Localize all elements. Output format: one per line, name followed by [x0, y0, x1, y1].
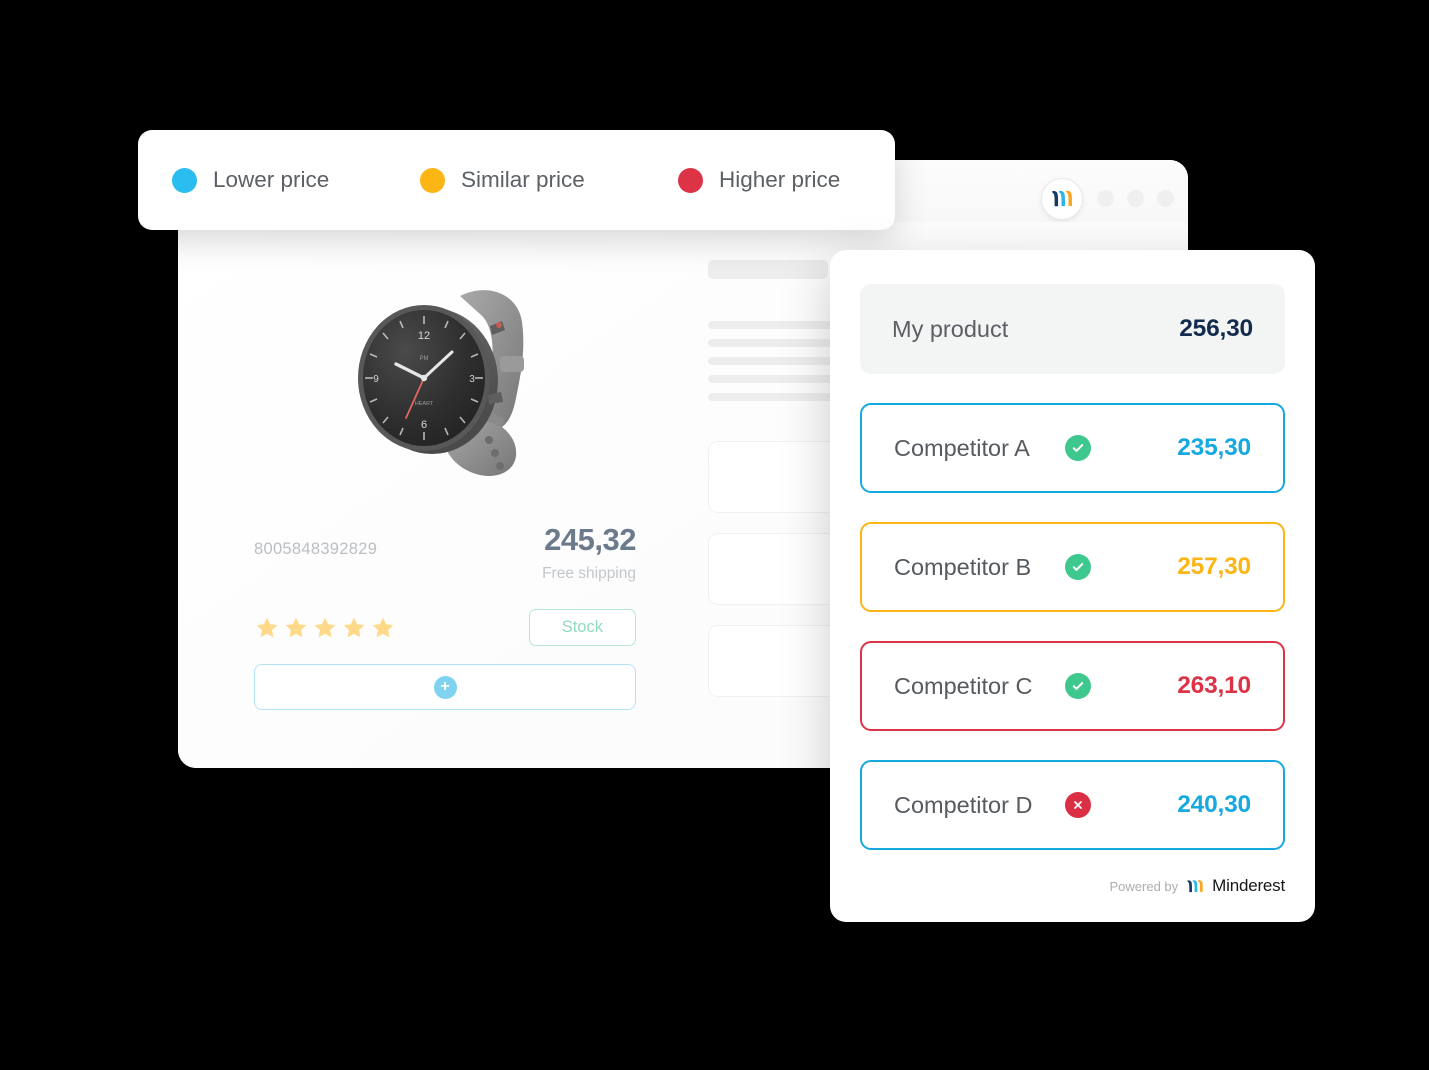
product-image: 12 6 3 9 PM HEART [340, 260, 570, 490]
legend-item-lower-price: Lower price [172, 167, 420, 193]
legend-label: Lower price [213, 167, 330, 192]
competitor-name: Competitor C [894, 672, 1033, 699]
browser-menu-dot-1[interactable] [1097, 190, 1114, 207]
competitor-row[interactable]: Competitor A 235,30 [860, 403, 1285, 493]
competitor-price: 240,30 [1177, 791, 1251, 818]
minderest-logo-icon [1187, 879, 1203, 892]
check-glyph [1072, 444, 1084, 452]
rating-stars [254, 615, 396, 641]
product-price: 245,32 [544, 522, 636, 557]
my-product-row: My product 256,30 [860, 284, 1285, 374]
check-glyph [1072, 563, 1084, 571]
legend-item-higher-price: Higher price [678, 167, 840, 193]
plus-icon: + [433, 675, 457, 699]
check-glyph [1072, 682, 1084, 690]
star-icon [372, 617, 394, 637]
star-icon [343, 617, 365, 637]
competitor-price: 263,10 [1177, 672, 1251, 699]
minderest-mark-icon [1052, 190, 1073, 207]
browser-menu-dot-3[interactable] [1157, 190, 1174, 207]
legend-label: Higher price [719, 167, 841, 192]
star-icon [256, 617, 278, 637]
competitor-name: Competitor A [894, 434, 1030, 461]
browser-menu-dot-2[interactable] [1127, 190, 1144, 207]
competitor-row[interactable]: Competitor C 263,10 [860, 641, 1285, 731]
skeleton-title [708, 260, 828, 279]
price-comparison-panel: My product 256,30 Competitor A 235,30 Co… [830, 250, 1315, 922]
close-icon [1065, 792, 1091, 818]
star-icon [285, 617, 307, 637]
screenshot-stage: 12 6 3 9 PM HEART 8005848392829 245,32 F… [0, 0, 1429, 1070]
svg-text:HEART: HEART [415, 401, 434, 407]
competitor-row[interactable]: Competitor B 257,30 [860, 522, 1285, 612]
check-icon [1065, 554, 1091, 580]
smartwatch-icon: 12 6 3 9 PM HEART [358, 290, 524, 476]
legend-dot-icon [172, 167, 197, 193]
svg-text:12: 12 [418, 330, 430, 342]
check-icon [1065, 435, 1091, 461]
competitor-name: Competitor D [894, 791, 1033, 818]
svg-text:PM: PM [420, 356, 429, 362]
add-product-button[interactable]: + [254, 664, 636, 710]
star-icon [314, 617, 336, 637]
stock-badge: Stock [528, 609, 636, 646]
minderest-logo-icon[interactable] [1041, 178, 1083, 220]
powered-by-footer: Powered by Minderest [1110, 876, 1286, 896]
legend-dot-icon [420, 167, 445, 193]
my-product-price: 256,30 [1179, 315, 1253, 342]
product-meta: 8005848392829 245,32 Free shipping Stock… [254, 522, 636, 710]
legend-item-similar-price: Similar price [420, 167, 678, 193]
legend-label: Similar price [461, 167, 585, 192]
legend-dot-icon [678, 167, 703, 193]
competitor-price: 235,30 [1177, 434, 1251, 461]
check-icon [1065, 673, 1091, 699]
svg-text:9: 9 [373, 374, 379, 385]
shipping-label: Free shipping [542, 565, 636, 582]
svg-text:3: 3 [469, 374, 475, 385]
minderest-brand-name: Minderest [1212, 876, 1285, 895]
my-product-label: My product [892, 315, 1009, 342]
powered-by-label: Powered by [1109, 878, 1179, 894]
competitor-price: 257,30 [1177, 553, 1251, 580]
competitor-row[interactable]: Competitor D 240,30 [860, 760, 1285, 850]
price-legend: Lower price Similar price Higher price [138, 130, 895, 230]
competitor-name: Competitor B [894, 553, 1032, 580]
svg-text:6: 6 [421, 419, 427, 431]
product-ean: 8005848392829 [254, 540, 378, 558]
close-glyph [1074, 801, 1082, 809]
